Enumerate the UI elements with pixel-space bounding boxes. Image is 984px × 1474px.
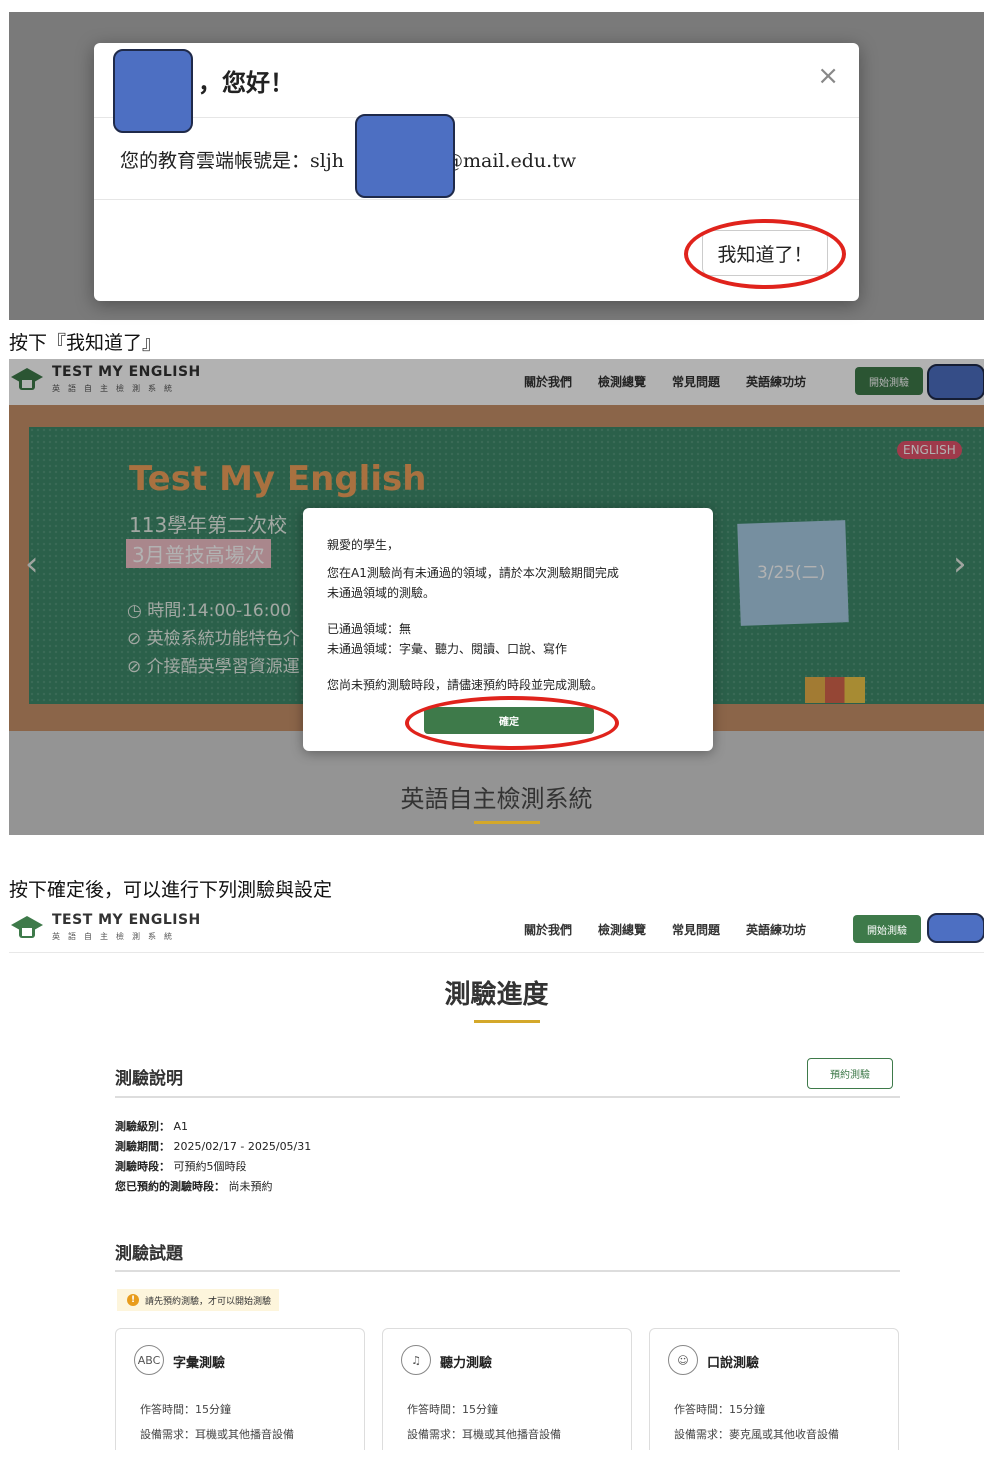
test-card-speaking[interactable]: ☺ 口說測驗 作答時間：15分鐘 設備需求：麥克風或其他收音設備 (649, 1328, 899, 1450)
abc-board-icon: ABC (134, 1345, 164, 1375)
passed-areas: 已通過領域：無 (327, 622, 412, 636)
notice-modal: 親愛的學生， 您在A1測驗尚有未通過的領域，請於本次測驗期間完成 未通過領域的測… (303, 508, 713, 751)
speech-bubble-icon: ☺ (668, 1345, 698, 1375)
notice-text: 未通過領域的測驗。 (327, 586, 436, 600)
headphones-icon: ♫ (401, 1345, 431, 1375)
greeting-text: ，您好！ (198, 68, 294, 97)
card-title: 口說測驗 (707, 1356, 760, 1371)
top-nav: TEST MY ENGLISH 英語自主檢測系統 關於我們 檢測總覽 常見問題 … (9, 907, 984, 953)
redacted-name (113, 49, 193, 133)
reserve-test-button[interactable]: 預約測驗 (807, 1058, 893, 1089)
account-text: 您的教育雲端帳號是：sljh @mail.edu.tw (120, 150, 577, 172)
notice-salutation: 親愛的學生， (327, 538, 400, 552)
redacted-account (355, 114, 455, 198)
home-screen: TEST MY ENGLISH 英語自主檢測系統 關於我們 檢測總覽 常見問題 … (9, 359, 984, 835)
close-icon[interactable]: × (817, 61, 839, 91)
card-title: 聽力測驗 (440, 1356, 493, 1371)
card-device: 設備需求：麥克風或其他收音設備 (674, 1428, 839, 1441)
nav-overview[interactable]: 檢測總覽 (598, 921, 646, 938)
logo-subtitle: 英語自主檢測系統 (52, 932, 180, 941)
info-slots: 測驗時段： 可預約5個時段 (115, 1160, 247, 1173)
acknowledge-button[interactable]: 我知道了！ (702, 230, 828, 276)
greeting-screen: ，您好！ × 您的教育雲端帳號是：sljh @mail.edu.tw 我知道了！ (9, 12, 984, 320)
title-underline (474, 1020, 540, 1023)
card-device: 設備需求：耳機或其他播音設備 (140, 1428, 294, 1441)
warning-text: 請先預約測驗，才可以開始測驗 (145, 1296, 272, 1307)
heading-underline (474, 821, 540, 824)
caption-step-2: 按下確定後，可以進行下列測驗與設定 (9, 879, 333, 901)
warning-icon: ! (127, 1294, 139, 1306)
section-title-tests: 測驗試題 (115, 1244, 183, 1264)
info-reserved: 您已預約的測驗時段： 尚未預約 (115, 1180, 273, 1193)
logo-shield-icon (11, 916, 43, 938)
nav-practice[interactable]: 英語練功坊 (746, 921, 806, 938)
start-test-button[interactable]: 開始測驗 (853, 915, 921, 943)
card-time: 作答時間：15分鐘 (407, 1403, 498, 1416)
test-card-vocabulary[interactable]: ABC 字彙測驗 作答時間：15分鐘 設備需求：耳機或其他播音設備 (115, 1328, 365, 1450)
greeting-modal-body: 您的教育雲端帳號是：sljh @mail.edu.tw (94, 118, 859, 200)
test-card-listening[interactable]: ♫ 聽力測驗 作答時間：15分鐘 設備需求：耳機或其他播音設備 (382, 1328, 632, 1450)
page-title: 測驗進度 (444, 980, 549, 1010)
caption-step-1: 按下『我知道了』 (9, 332, 162, 354)
failed-areas: 未通過領域：字彙、聽力、閱讀、口說、寫作 (327, 642, 568, 656)
confirm-button[interactable]: 確定 (424, 707, 594, 734)
notice-text: 您在A1測驗尚有未通過的領域，請於本次測驗期間完成 (327, 566, 619, 580)
info-level: 測驗級別： A1 (115, 1120, 189, 1133)
card-title: 字彙測驗 (173, 1356, 226, 1371)
section-title-description: 測驗說明 (115, 1069, 183, 1089)
redacted-user[interactable] (927, 913, 984, 943)
reservation-reminder: 您尚未預約測驗時段，請儘速預約時段並完成測驗。 (327, 678, 604, 692)
nav-about[interactable]: 關於我們 (524, 921, 572, 938)
greeting-modal-header: ，您好！ × (94, 43, 859, 118)
reservation-warning: ! 請先預約測驗，才可以開始測驗 (117, 1289, 280, 1311)
system-heading: 英語自主檢測系統 (400, 785, 593, 813)
card-time: 作答時間：15分鐘 (674, 1403, 765, 1416)
info-period: 測驗期間： 2025/02/17 - 2025/05/31 (115, 1140, 312, 1153)
section-divider (115, 1270, 900, 1272)
section-divider (115, 1096, 900, 1098)
nav-faq[interactable]: 常見問題 (672, 921, 720, 938)
progress-screen: TEST MY ENGLISH 英語自主檢測系統 關於我們 檢測總覽 常見問題 … (9, 907, 984, 1450)
greeting-modal: ，您好！ × 您的教育雲端帳號是：sljh @mail.edu.tw 我知道了！ (94, 43, 859, 301)
card-device: 設備需求：耳機或其他播音設備 (407, 1428, 561, 1441)
nav-divider (9, 952, 984, 953)
logo-title: TEST MY ENGLISH (52, 912, 201, 928)
card-time: 作答時間：15分鐘 (140, 1403, 231, 1416)
